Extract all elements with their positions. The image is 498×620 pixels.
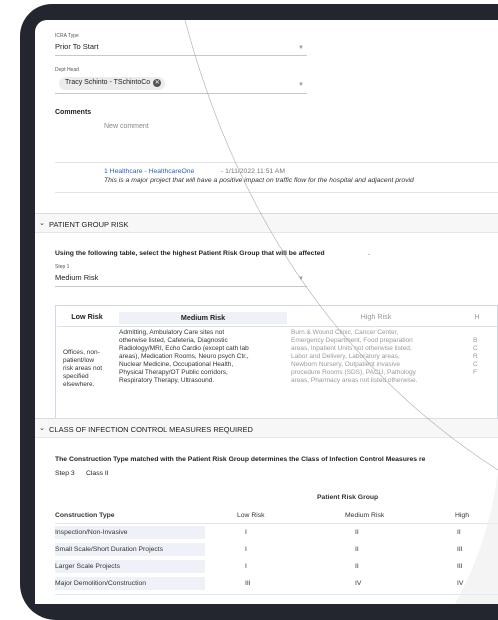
comments-label: Comments <box>55 109 92 116</box>
chevron-down-icon[interactable]: ▼ <box>298 45 304 51</box>
medium-line: Physical Therapy/OT Public corridors, <box>119 369 228 376</box>
icra-type-value[interactable]: Prior To Start <box>55 42 99 51</box>
infection-header-divider <box>55 523 498 524</box>
table-cell: II <box>355 563 359 570</box>
medium-risk-description[interactable]: Admitting, Ambulatory Care sites not oth… <box>119 329 289 385</box>
medium-risk-header[interactable]: Medium Risk <box>119 312 287 324</box>
comments-bottom-divider <box>55 192 498 193</box>
low-line: elsewhere. <box>63 381 95 388</box>
high-line: Newborn Nursery, Outpatient invasive <box>291 361 400 368</box>
low-line: specified <box>63 373 89 380</box>
step3-label: Step 3 <box>55 470 75 477</box>
remove-chip-icon[interactable]: ✕ <box>153 79 162 87</box>
risk-header-divider <box>57 326 498 327</box>
infection-control-section-header[interactable]: ⌄ CLASS OF INFECTION CONTROL MEASURES RE… <box>35 418 498 438</box>
dept-head-chip-text: Tracy Schinto - TSchintoCo <box>65 79 151 86</box>
dept-head-chip[interactable]: Tracy Schinto - TSchintoCo ✕ <box>59 77 166 90</box>
low-line: patient/low <box>63 357 95 364</box>
comment-box-divider <box>55 162 498 163</box>
highest-risk-description[interactable]: B C R C F <box>473 337 489 377</box>
comment-author[interactable]: 1 Healthcare - HealthcareOne <box>104 168 194 175</box>
patient-group-instruction-end: . <box>368 250 370 257</box>
table-cell: I <box>245 563 247 570</box>
highest-line: F <box>473 369 477 376</box>
medium-line: areas), Medication Rooms, Neuro psych Ct… <box>119 353 249 360</box>
construction-type-header: Construction Type <box>55 512 115 519</box>
highest-line: C <box>473 361 478 368</box>
device-bottom-edge <box>35 604 498 610</box>
table-cell: I <box>245 529 247 536</box>
table-cell: III <box>245 580 251 587</box>
step3-value: Class II <box>86 470 109 477</box>
table-cell: IV <box>355 580 362 587</box>
high-line: procedure Rooms (SDS), PACU, Pathology <box>291 369 416 376</box>
medium-line: Nuclear Medicine, Occupational Health, <box>119 361 234 368</box>
patient-group-title: PATIENT GROUP RISK <box>49 220 129 229</box>
low-risk-description[interactable]: Offices, non- patient/low risk areas not… <box>63 349 115 389</box>
medium-line: Respiratory Therapy, Ultrasound. <box>119 377 215 384</box>
table-cell: II <box>355 546 359 553</box>
table-row-type: Major Demolition/Construction <box>55 580 147 587</box>
comment-input[interactable]: New comment <box>104 123 149 130</box>
high-risk-header[interactable]: High Risk <box>291 312 461 321</box>
patient-group-instruction: Using the following table, select the hi… <box>55 250 325 257</box>
dept-head-label: Dept Head <box>55 67 79 73</box>
step1-underline <box>55 286 307 287</box>
chevron-down-icon[interactable]: ▼ <box>298 276 304 282</box>
infection-control-title: CLASS OF INFECTION CONTROL MEASURES REQU… <box>49 425 253 434</box>
infection-table-bottom <box>55 594 498 595</box>
low-line: risk areas not <box>63 365 103 372</box>
high-line: Burn & Wound Clinic, Cancer Center, <box>291 329 399 336</box>
chevron-down-icon[interactable]: ⌄ <box>39 219 45 227</box>
table-cell: III <box>457 546 463 553</box>
high-line: Labor and Delivery, Laboratory areas, <box>291 353 400 360</box>
form-screen: ICRA Type Prior To Start ▼ Dept Head Tra… <box>35 20 498 604</box>
table-cell: I <box>245 546 247 553</box>
high-line: areas, Pharmacy areas not listed otherwi… <box>291 377 418 384</box>
table-row-type: Larger Scale Projects <box>55 563 120 570</box>
icra-type-underline <box>55 55 307 56</box>
highest-line: B <box>473 337 478 344</box>
low-risk-col-header: Low Risk <box>237 512 265 519</box>
high-risk-col-header: High <box>455 512 469 519</box>
medium-line: Radiology/MRI, Echo Cardio (except cath … <box>119 345 249 352</box>
chevron-down-icon[interactable]: ⌄ <box>39 424 45 432</box>
table-cell: II <box>355 529 359 536</box>
highest-line: R <box>473 353 478 360</box>
highest-line: C <box>473 345 478 352</box>
medium-risk-col-header: Medium Risk <box>345 512 385 519</box>
patient-group-section-header[interactable]: ⌄ PATIENT GROUP RISK <box>35 213 498 233</box>
infection-instruction: The Construction Type matched with the P… <box>55 456 426 463</box>
icra-type-label: ICRA Type <box>55 33 79 39</box>
medium-line: Admitting, Ambulatory Care sites not <box>119 329 225 336</box>
comment-text: This is a major project that will have a… <box>104 177 414 184</box>
chevron-down-icon[interactable]: ▼ <box>298 82 304 88</box>
high-risk-description[interactable]: Burn & Wound Clinic, Cancer Center, Emer… <box>291 329 467 385</box>
step1-value[interactable]: Medium Risk <box>55 273 98 282</box>
table-row-type: Small Scale/Short Duration Projects <box>55 546 164 553</box>
high-line: Emergency Department, Food preparation <box>291 337 413 344</box>
step1-label: Step 1 <box>55 264 70 270</box>
table-cell: II <box>457 529 461 536</box>
patient-risk-group-header: Patient Risk Group <box>317 494 379 501</box>
high-line: areas, Inpatient Units not otherwise lis… <box>291 345 412 352</box>
dept-head-underline <box>55 93 307 94</box>
table-cell: IV <box>457 580 464 587</box>
table-cell: III <box>457 563 463 570</box>
low-line: Offices, non- <box>63 349 100 356</box>
table-row-type: Inspection/Non-Invasive <box>55 529 128 536</box>
comment-date: - 1/11/2022 11:51 AM <box>221 168 285 175</box>
highest-risk-header[interactable]: H <box>467 312 487 321</box>
low-risk-header[interactable]: Low Risk <box>61 312 113 321</box>
medium-line: otherwise listed, Cafeteria, Diagnostic <box>119 337 228 344</box>
